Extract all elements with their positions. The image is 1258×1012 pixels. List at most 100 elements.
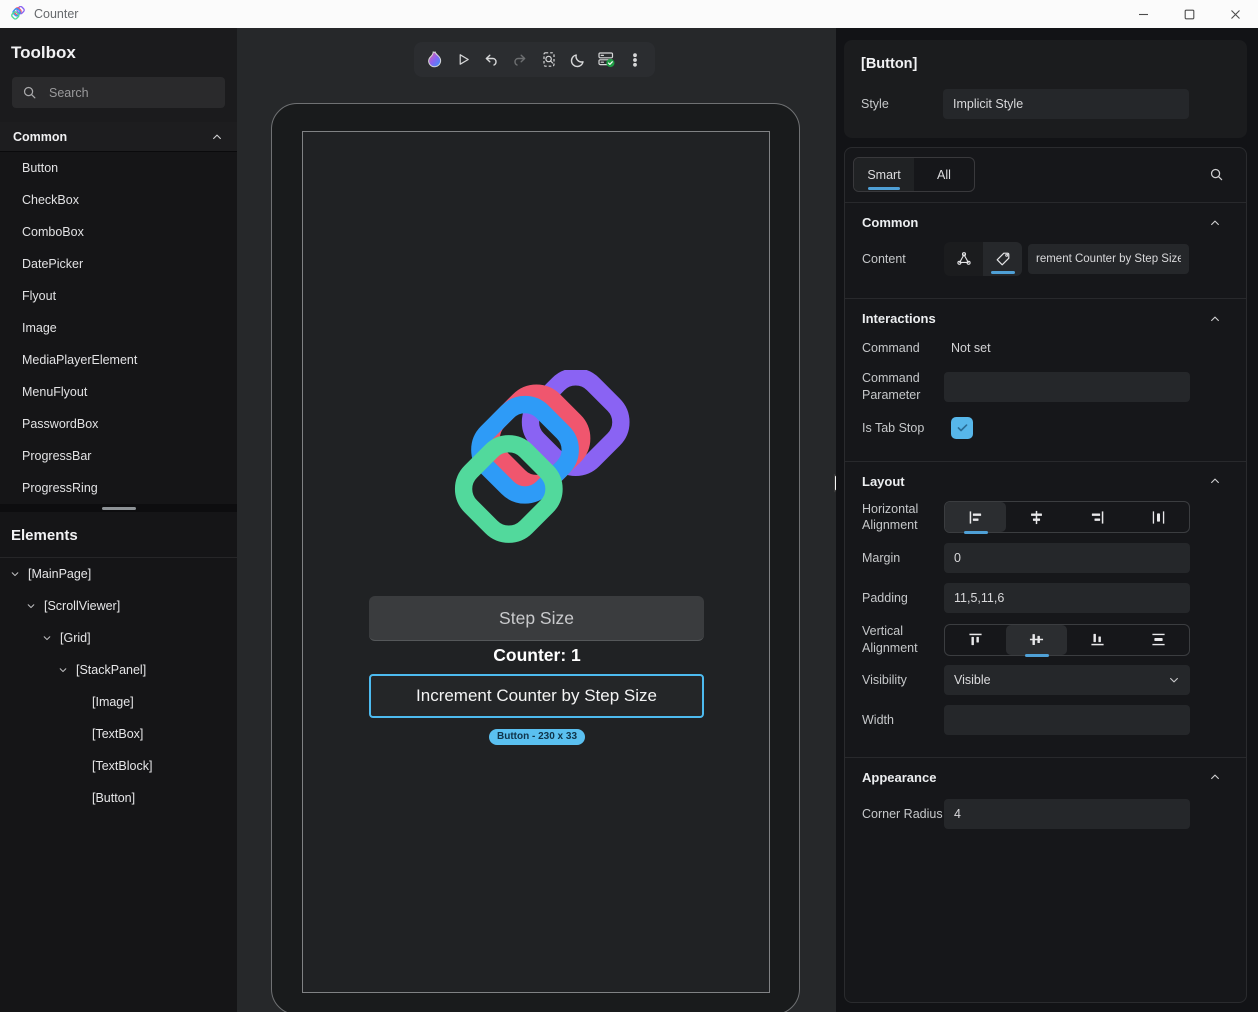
content-text-mode-button[interactable] [983,242,1022,276]
chevron-down-icon[interactable] [42,633,56,643]
window-title: Counter [34,7,79,21]
elements-title: Elements [11,527,78,544]
toolbox-item[interactable]: ComboBox [0,216,237,248]
tab-all[interactable]: All [914,158,974,191]
undo-icon[interactable] [483,52,499,68]
dark-mode-moon-icon[interactable] [570,52,586,68]
margin-input[interactable] [944,543,1190,574]
counter-textblock: Counter: 1 [493,645,581,665]
toolbox-list: Button CheckBox ComboBox DatePicker Flyo… [0,152,237,504]
tree-item[interactable]: [Grid] [0,622,237,654]
horizontal-alignment-group [944,501,1190,533]
more-options-kebab-icon[interactable] [628,52,642,68]
chevron-down-icon[interactable] [10,569,24,579]
device-screen: Step Size Counter: 1 Increment Counter b… [302,131,770,993]
toolbox-section-header[interactable]: Common [0,122,237,152]
v-align-center-button[interactable] [1006,624,1067,655]
properties-tabs-row: Smart All [845,148,1246,192]
toolbox-search-box[interactable] [12,77,225,108]
margin-label: Margin [862,551,901,566]
properties-search-icon[interactable] [1209,167,1224,182]
padding-input[interactable] [944,583,1190,614]
data-binding-icon [956,252,971,265]
maximize-button[interactable] [1166,0,1212,28]
align-bottom-icon [1091,633,1104,646]
toolbox-item[interactable]: Flyout [0,280,237,312]
tree-item[interactable]: [TextBlock] [0,750,237,782]
content-mode-group [944,242,1022,276]
window-controls [1120,0,1258,28]
tree-item-label: [StackPanel] [76,663,147,677]
align-center-icon [1031,510,1042,524]
appearance-section-title: Appearance [862,769,937,785]
minimize-button[interactable] [1120,0,1166,28]
collapse-chevron-up-icon[interactable] [1209,475,1221,487]
h-align-stretch-button[interactable] [1128,502,1189,532]
collapse-chevron-up-icon[interactable] [211,131,223,143]
toolbox-title: Toolbox [11,43,76,62]
collapse-chevron-up-icon[interactable] [1209,217,1221,229]
tab-smart[interactable]: Smart [854,158,914,191]
tag-icon [996,252,1009,266]
toolbox-item[interactable]: MenuFlyout [0,376,237,408]
toolbox-item[interactable]: Button [0,152,237,184]
content-binding-mode-button[interactable] [944,242,983,276]
tree-item-label: [TextBox] [92,727,144,741]
toolbox-item[interactable]: MediaPlayerElement [0,344,237,376]
tree-item[interactable]: [Button] [0,782,237,814]
corner-radius-input[interactable] [944,798,1190,829]
command-parameter-input[interactable] [944,371,1190,402]
section-layout: Layout Horizontal Alignment Margin 0 Pad… [845,462,1246,747]
is-tab-stop-checkbox[interactable] [951,416,973,439]
tree-item[interactable]: [MainPage] [0,558,237,590]
style-input[interactable] [943,89,1189,119]
toolbox-panel-header: Toolbox [0,28,237,122]
close-button[interactable] [1212,0,1258,28]
h-align-left-button[interactable] [945,502,1006,532]
redo-icon[interactable] [512,52,528,68]
content-label: Content [862,251,906,266]
width-input[interactable] [944,704,1190,735]
command-value: Not set [951,341,991,356]
h-align-center-button[interactable] [1006,502,1067,532]
v-align-stretch-button[interactable] [1128,625,1189,655]
v-align-bottom-button[interactable] [1067,625,1128,655]
connection-status-icon[interactable] [598,51,615,68]
zoom-selection-icon[interactable] [541,51,557,68]
align-left-icon [969,510,982,524]
toolbox-item[interactable]: Image [0,312,237,344]
toolbox-search-input[interactable] [49,85,215,100]
toolbox-item[interactable]: CheckBox [0,184,237,216]
elements-tree: [MainPage] [ScrollViewer] [Grid] [StackP… [0,558,237,814]
v-align-top-button[interactable] [945,625,1006,655]
toolbox-item[interactable]: ProgressBar [0,440,237,472]
align-top-icon [969,633,982,646]
collapse-chevron-up-icon[interactable] [1209,771,1221,783]
step-size-textbox[interactable]: Step Size [369,596,704,641]
play-icon[interactable] [456,52,471,67]
tree-item[interactable]: [Image] [0,686,237,718]
chevron-down-icon[interactable] [26,601,40,611]
tree-item[interactable]: [TextBox] [0,718,237,750]
tree-item[interactable]: [ScrollViewer] [0,590,237,622]
search-icon [23,86,36,99]
hot-reload-flame-icon[interactable] [427,51,443,68]
chevron-down-icon[interactable] [58,665,72,675]
chevron-down-icon [1168,674,1180,686]
h-align-right-button[interactable] [1067,502,1128,532]
toolbox-item[interactable]: DatePicker [0,248,237,280]
visibility-value: Visible [954,672,991,687]
tree-item-label: [ScrollViewer] [44,599,121,613]
visibility-select[interactable]: Visible [944,664,1190,695]
toolbox-item[interactable]: ProgressRing [0,472,237,504]
content-input[interactable] [1028,244,1189,274]
panel-splitter[interactable] [0,504,237,512]
collapse-chevron-up-icon[interactable] [1209,313,1221,325]
device-frame: Step Size Counter: 1 Increment Counter b… [271,103,800,1012]
vertical-alignment-group [944,623,1190,656]
increment-counter-button[interactable]: Increment Counter by Step Size [369,674,704,718]
command-parameter-label: Command Parameter [862,371,921,402]
toolbox-item[interactable]: PasswordBox [0,408,237,440]
tree-item-label: [Grid] [60,631,91,645]
tree-item[interactable]: [StackPanel] [0,654,237,686]
